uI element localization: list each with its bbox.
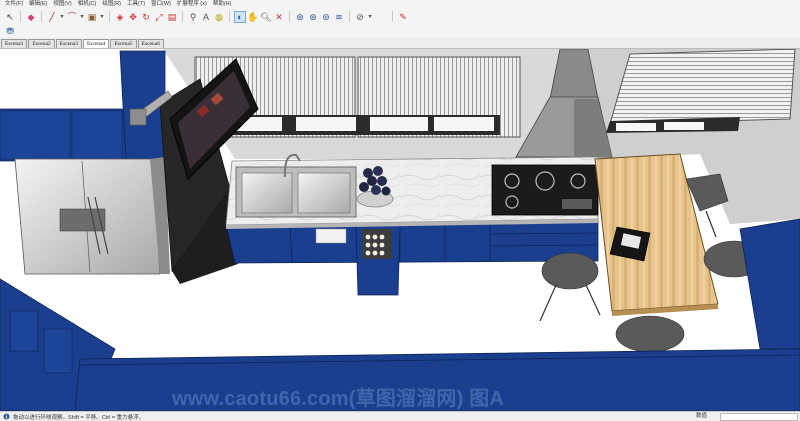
- menu-window[interactable]: 窗口(W): [148, 0, 174, 9]
- edit-icon[interactable]: ✎: [397, 11, 409, 23]
- line-icon[interactable]: ╱: [46, 11, 58, 23]
- status-bar: 拖动以进行环绕观察。Shift = 平移。Ctrl = 重力悬浮。 数值: [0, 411, 800, 421]
- tab-escena2[interactable]: Escena2: [28, 39, 55, 48]
- menu-extensions[interactable]: 扩展程序 (x): [174, 0, 210, 9]
- menu-edit[interactable]: 编辑(E): [26, 0, 50, 9]
- main-toolbar: ↖ ◆ ╱ ▾ ⌒ ▾ ▣ ▾ ◈ ✥ ↻ ⤢ ▤ ⚲ A ◍ ◐ ✋ 🔍︎ ✕…: [0, 9, 800, 24]
- tab-escena4[interactable]: Escena4: [82, 39, 110, 48]
- next-view-icon[interactable]: ⊛: [307, 11, 319, 23]
- select-icon[interactable]: ↖: [4, 11, 16, 23]
- scale-icon[interactable]: ⤢: [153, 11, 165, 23]
- kitchen-model-render: [0, 49, 800, 411]
- chevron-down-icon[interactable]: ▾: [367, 11, 373, 23]
- info-icon[interactable]: [2, 413, 10, 421]
- paint-bucket-icon[interactable]: ◍: [213, 11, 225, 23]
- scene-tabs: Escena1 Escena2 Escena3 Escena4 Escena5 …: [0, 38, 800, 49]
- model-viewport[interactable]: www.caotu66.com(草图溜溜网) 图A: [0, 49, 800, 411]
- previous-view-icon[interactable]: ⊛: [294, 11, 306, 23]
- tab-escena5[interactable]: Escena5: [110, 39, 137, 48]
- tape-measure-icon[interactable]: ⚲: [187, 11, 199, 23]
- chevron-down-icon[interactable]: ▾: [99, 11, 105, 23]
- rotate-icon[interactable]: ↻: [140, 11, 152, 23]
- component-icon[interactable]: ⛃: [4, 25, 16, 37]
- chevron-down-icon[interactable]: ▾: [59, 11, 65, 23]
- orbit-icon[interactable]: ◐: [234, 10, 246, 23]
- push-pull-icon[interactable]: ◈: [114, 11, 126, 23]
- status-hint: 拖动以进行环绕观察。Shift = 平移。Ctrl = 重力悬浮。: [13, 414, 145, 421]
- shape-icon[interactable]: ▣: [86, 11, 98, 23]
- toolbar-divider: [229, 11, 230, 22]
- move-icon[interactable]: ✥: [127, 11, 139, 23]
- toolbar-divider: [349, 11, 350, 22]
- walk-icon[interactable]: ≋: [333, 11, 345, 23]
- menu-view[interactable]: 视图(V): [50, 0, 74, 9]
- menu-file[interactable]: 文件(F): [2, 0, 26, 9]
- text-icon[interactable]: A: [200, 11, 212, 23]
- menu-bar: 文件(F) 编辑(E) 视图(V) 相机(C) 绘图(R) 工具(T) 窗口(W…: [0, 0, 800, 9]
- menu-camera[interactable]: 相机(C): [75, 0, 100, 9]
- menu-help[interactable]: 帮助(H): [210, 0, 235, 9]
- tab-escena1[interactable]: Escena1: [1, 39, 28, 48]
- toolbar-divider: [109, 11, 110, 22]
- menu-tools[interactable]: 工具(T): [124, 0, 148, 9]
- menu-draw[interactable]: 绘图(R): [99, 0, 124, 9]
- camera-icon[interactable]: ⊚: [320, 11, 332, 23]
- secondary-toolbar: ⛃: [0, 24, 800, 38]
- section-icon[interactable]: ⊘: [354, 11, 366, 23]
- pan-icon[interactable]: ✋: [247, 11, 259, 23]
- eraser-icon[interactable]: ◆: [25, 11, 37, 23]
- tab-escena3[interactable]: Escena3: [55, 39, 82, 48]
- chevron-down-icon[interactable]: ▾: [79, 11, 85, 23]
- toolbar-divider: [20, 11, 21, 22]
- measurements-label: 数值: [696, 413, 708, 419]
- tab-escena6[interactable]: Escena6: [137, 39, 164, 48]
- toolbar-divider: [182, 11, 183, 22]
- arc-icon[interactable]: ⌒: [66, 11, 78, 23]
- zoom-extents-icon[interactable]: ✕: [273, 11, 285, 23]
- toolbar-divider: [41, 11, 42, 22]
- measurements-input[interactable]: [720, 413, 798, 421]
- toolbar-divider: [392, 11, 393, 22]
- toolbar-divider: [289, 11, 290, 22]
- watermark-text: www.caotu66.com(草图溜溜网) 图A: [172, 388, 505, 410]
- zoom-icon[interactable]: 🔍︎: [260, 11, 272, 23]
- offset-icon[interactable]: ▤: [166, 11, 178, 23]
